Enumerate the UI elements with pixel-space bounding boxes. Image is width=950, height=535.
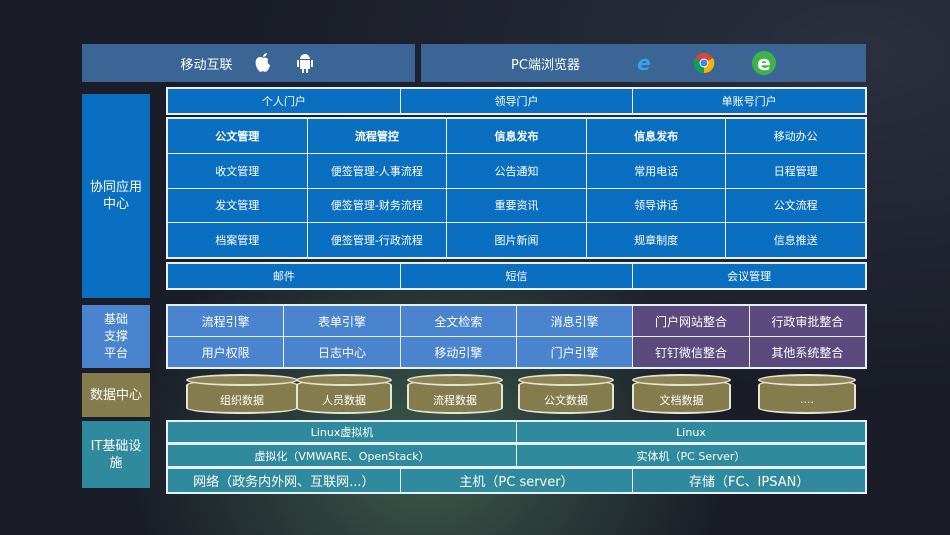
app-item[interactable]: 发文管理: [168, 188, 307, 223]
app-item[interactable]: 图片新闻: [447, 223, 586, 257]
platform-item[interactable]: 日志中心: [284, 337, 400, 367]
it-row-2: 虚拟化（VMWARE、OpenStack） 实体机（PC Server）: [166, 443, 867, 468]
app-item[interactable]: 便签管理-行政流程: [307, 223, 447, 257]
cylinder-label: 流程数据: [433, 393, 477, 407]
portal-leader[interactable]: 领导门户: [400, 89, 633, 113]
data-cylinder: ....: [758, 374, 856, 414]
cylinder-label: 文档数据: [659, 393, 704, 407]
comm-sms[interactable]: 短信: [400, 264, 633, 288]
mobile-bar: 移动互联: [82, 44, 415, 82]
it-row-1: Linux虚拟机 Linux: [166, 420, 867, 444]
app-item[interactable]: 领导讲话: [586, 188, 726, 223]
portal-row: 个人门户 领导门户 单账号门户: [166, 87, 867, 115]
chrome-icon: [692, 51, 716, 75]
app-item[interactable]: 规章制度: [586, 223, 726, 257]
app-header: 公文管理: [168, 119, 307, 153]
apple-icon: [251, 51, 275, 75]
comm-row: 邮件 短信 会议管理: [166, 262, 867, 290]
platform-label: 基础支撑平台: [82, 305, 150, 368]
app-item[interactable]: 收文管理: [168, 153, 307, 188]
platform-item[interactable]: 流程引擎: [168, 306, 284, 336]
app-item[interactable]: 公告通知: [447, 153, 586, 188]
app-header: 移动办公: [726, 119, 865, 153]
platform-item[interactable]: 门户引擎: [517, 337, 633, 367]
app-item[interactable]: 档案管理: [168, 223, 307, 257]
cylinder-label: 组织数据: [220, 393, 264, 407]
it-item: 网络（政务内外网、互联网...）: [168, 469, 400, 492]
portal-single-account[interactable]: 单账号门户: [633, 89, 865, 113]
platform-grid: 流程引擎 表单引擎 全文检索 消息引擎 门户网站整合 行政审批整合 用户权限 日…: [166, 304, 867, 369]
platform-item[interactable]: 用户权限: [168, 337, 284, 367]
platform-item[interactable]: 移动引擎: [400, 337, 516, 367]
360-browser-icon: e: [751, 51, 776, 75]
it-item: 虚拟化（VMWARE、OpenStack）: [168, 445, 516, 466]
it-row-3: 网络（政务内外网、互联网...） 主机（PC server） 存储（FC、IPS…: [166, 467, 867, 494]
platform-item[interactable]: 其他系统整合: [749, 337, 865, 367]
mobile-label: 移动互联: [180, 57, 233, 73]
it-item: Linux: [517, 422, 865, 442]
apps-table: 公文管理 流程管控 信息发布 信息发布 移动办公 收文管理 便签管理-人事流程 …: [166, 117, 867, 259]
platform-item[interactable]: 消息引擎: [517, 306, 633, 336]
app-item[interactable]: 日程管理: [726, 153, 865, 188]
pc-label: PC端浏览器: [511, 57, 580, 73]
data-cylinder: 流程数据: [407, 374, 503, 414]
app-item[interactable]: 信息推送: [726, 223, 865, 257]
portal-personal[interactable]: 个人门户: [168, 89, 400, 113]
platform-item[interactable]: 全文检索: [400, 306, 516, 336]
it-item: Linux虚拟机: [168, 422, 516, 442]
platform-item[interactable]: 钉钉微信整合: [633, 337, 749, 367]
cylinder-label: 公文数据: [544, 393, 588, 407]
app-item[interactable]: 便签管理-人事流程: [307, 153, 447, 188]
app-item[interactable]: 重要资讯: [447, 188, 586, 223]
pc-bar: PC端浏览器 e e: [421, 44, 866, 82]
cylinder-label: ....: [800, 393, 814, 406]
comm-meeting[interactable]: 会议管理: [633, 264, 865, 288]
it-item: 实体机（PC Server）: [517, 445, 865, 466]
cylinder-label: 人员数据: [322, 393, 366, 407]
ie-icon: e: [637, 51, 651, 75]
app-header: 流程管控: [307, 119, 447, 153]
collab-label: 协同应用中心: [82, 94, 150, 298]
it-item: 主机（PC server）: [400, 469, 633, 492]
platform-item[interactable]: 表单引擎: [284, 306, 400, 336]
app-item[interactable]: 公文流程: [726, 188, 865, 223]
app-item[interactable]: 便签管理-财务流程: [307, 188, 447, 223]
app-header: 信息发布: [586, 119, 726, 153]
app-item[interactable]: 常用电话: [586, 153, 726, 188]
comm-mail[interactable]: 邮件: [168, 264, 400, 288]
app-header: 信息发布: [447, 119, 586, 153]
data-cylinder: 人员数据: [296, 374, 392, 414]
data-cylinder: 组织数据: [186, 374, 298, 414]
it-item: 存储（FC、IPSAN）: [633, 469, 865, 492]
platform-item[interactable]: 行政审批整合: [749, 306, 865, 336]
data-cylinder: 文档数据: [632, 374, 731, 414]
data-cylinder: 公文数据: [518, 374, 614, 414]
android-icon: [293, 51, 317, 75]
datacenter-label: 数据中心: [82, 373, 150, 417]
platform-item[interactable]: 门户网站整合: [633, 306, 749, 336]
it-label: IT基础设施: [82, 421, 150, 488]
